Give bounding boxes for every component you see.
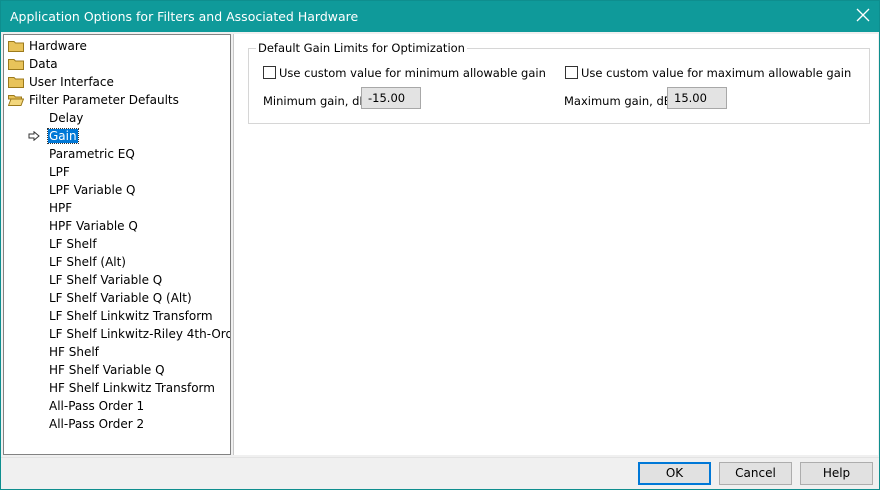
max-gain-checkbox[interactable] (565, 66, 578, 79)
window-title: Application Options for Filters and Asso… (10, 9, 359, 24)
folder-open-icon (8, 95, 24, 106)
tree-item-label: HPF (49, 201, 73, 215)
title-bar: Application Options for Filters and Asso… (1, 1, 879, 32)
tree-item-child[interactable]: LPF Variable Q (48, 181, 136, 199)
min-gain-checkbox[interactable] (263, 66, 276, 79)
tree-item-child[interactable]: LPF (48, 163, 71, 181)
folder-icon (8, 41, 24, 52)
ok-button[interactable]: OK (638, 462, 711, 485)
tree-item-label: LF Shelf Linkwitz-Riley 4th-Order (49, 327, 231, 341)
tree-item-label: Hardware (29, 39, 87, 53)
tree-item-label: LF Shelf Variable Q (49, 273, 163, 287)
tree-item-child[interactable]: LF Shelf (Alt) (48, 253, 127, 271)
tree-item-child[interactable]: LF Shelf Linkwitz Transform (48, 307, 214, 325)
tree-item-label: Data (29, 57, 58, 71)
tree-item-child[interactable]: LF Shelf Variable Q (48, 271, 163, 289)
tree-item-label: LF Shelf (Alt) (49, 255, 126, 269)
folder-icon (8, 77, 24, 88)
tree-item-label: LPF (49, 165, 70, 179)
min-gain-input[interactable]: -15.00 (361, 87, 421, 109)
tree-item-label: Gain (47, 128, 79, 144)
tree-item-child[interactable]: Parametric EQ (48, 145, 136, 163)
tree-item-label: LPF Variable Q (49, 183, 136, 197)
tree-item-label: HF Shelf Linkwitz Transform (49, 381, 215, 395)
tree-item-child[interactable]: LF Shelf Linkwitz-Riley 4th-Order (48, 325, 231, 343)
options-dialog: Application Options for Filters and Asso… (0, 0, 880, 490)
tree-item-label: LF Shelf Variable Q (Alt) (49, 291, 192, 305)
gain-limits-group: Default Gain Limits for Optimization Use… (248, 41, 870, 124)
group-title: Default Gain Limits for Optimization (256, 41, 467, 56)
settings-panel: Default Gain Limits for Optimization Use… (233, 34, 878, 455)
cancel-button[interactable]: Cancel (719, 462, 792, 485)
tree-item-child[interactable]: LF Shelf Variable Q (Alt) (48, 289, 193, 307)
tree-item-label: LF Shelf Linkwitz Transform (49, 309, 213, 323)
tree-item-label: Parametric EQ (49, 147, 135, 161)
min-gain-label: Minimum gain, dB: (263, 94, 372, 108)
max-gain-label: Maximum gain, dB: (564, 94, 676, 108)
tree-item-child[interactable]: HPF Variable Q (48, 217, 139, 235)
tree-item-child[interactable]: HPF (48, 199, 73, 217)
footer-divider (1, 457, 879, 458)
tree-item-label: LF Shelf (49, 237, 97, 251)
min-gain-checkbox-label[interactable]: Use custom value for minimum allowable g… (279, 66, 546, 80)
tree-item-label: Filter Parameter Defaults (29, 93, 179, 107)
tree-item-label: All-Pass Order 1 (49, 399, 145, 413)
tree-item-child[interactable]: HF Shelf (48, 343, 100, 361)
max-gain-input[interactable]: 15.00 (667, 87, 727, 109)
tree-item-label: HF Shelf (49, 345, 99, 359)
tree-item-label: All-Pass Order 2 (49, 417, 145, 431)
tree-item-label: Delay (49, 111, 84, 125)
tree-item-child[interactable]: LF Shelf (48, 235, 98, 253)
tree-item-user-interface[interactable]: User Interface (8, 73, 115, 91)
tree-item-child[interactable]: HF Shelf Variable Q (48, 361, 166, 379)
tree-item-filter-parameter-defaults[interactable]: Filter Parameter Defaults (8, 91, 180, 109)
tree-item-label: HF Shelf Variable Q (49, 363, 165, 377)
tree-item-child[interactable]: Delay (48, 109, 84, 127)
tree-item-child[interactable]: Gain (28, 127, 79, 145)
options-tree[interactable]: Hardware Data User Interface Filter Para… (3, 34, 231, 455)
tree-item-child[interactable]: All-Pass Order 1 (48, 397, 145, 415)
max-gain-checkbox-label[interactable]: Use custom value for maximum allowable g… (581, 66, 851, 80)
help-button[interactable]: Help (800, 462, 873, 485)
tree-item-label: User Interface (29, 75, 114, 89)
current-arrow-icon (28, 131, 40, 141)
tree-item-data[interactable]: Data (8, 55, 59, 73)
tree-item-child[interactable]: HF Shelf Linkwitz Transform (48, 379, 216, 397)
tree-item-child[interactable]: All-Pass Order 2 (48, 415, 145, 433)
close-icon[interactable] (856, 8, 870, 22)
folder-icon (8, 59, 24, 70)
tree-item-hardware[interactable]: Hardware (8, 37, 88, 55)
tree-item-label: HPF Variable Q (49, 219, 138, 233)
